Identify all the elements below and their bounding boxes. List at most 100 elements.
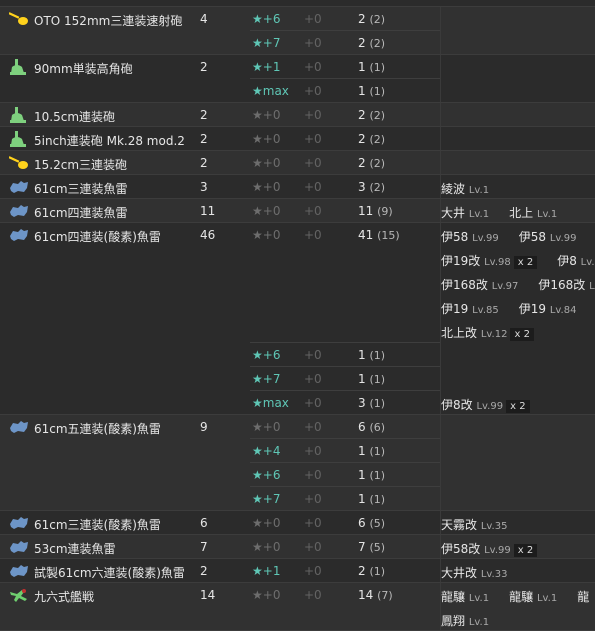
table-row[interactable]: 61cm三連装(酸素)魚雷 6 ★+0 +0 6 (5) 天霧改 Lv.35 xyxy=(0,511,595,535)
equipped-ship[interactable]: 龍驤 Lv.1 xyxy=(509,588,557,605)
equipped-ship[interactable]: 大井 Lv.1 xyxy=(441,204,489,221)
equipment-name: 90mm単装高角砲 xyxy=(34,62,133,76)
quantity: 2 (2) xyxy=(358,156,385,170)
table-row[interactable]: ★+4 +0 1 (1) xyxy=(0,439,595,463)
equipped-ship[interactable]: 伊8改 Lv.99 x 2 xyxy=(441,396,530,413)
equipment-name: 10.5cm連装砲 xyxy=(34,110,116,124)
table-row[interactable]: ★+7 +0 2 (2) xyxy=(0,31,595,55)
equipped-ship[interactable]: 綾波 Lv.1 xyxy=(441,180,489,197)
table-row[interactable]: 試製61cm六連装(酸素)魚雷 2 ★+1 +0 2 (1) 大井改 Lv.33 xyxy=(0,559,595,583)
ship-name: 伊19改 xyxy=(441,254,481,268)
table-row[interactable]: ★max +0 3 (1) 伊8改 Lv.99 x 2 xyxy=(0,391,595,415)
quantity-total: 1 xyxy=(358,492,366,506)
equipped-ship[interactable]: 大井改 Lv.33 xyxy=(441,564,507,581)
green-aa-gun-icon xyxy=(9,131,29,147)
quantity-unequipped: (1) xyxy=(369,445,386,458)
improvement-level: ★+7 xyxy=(252,36,281,50)
table-row[interactable]: 61cm四連装(酸素)魚雷 46 ★+0 +0 41 (15) 伊58 Lv.99 伊58 … xyxy=(0,223,595,343)
equipment-group: 5inch連装砲 Mk.28 mod.2 2 ★+0 +0 2 (2) xyxy=(0,127,595,151)
equipped-ship[interactable]: 北上改 Lv.12 x 2 xyxy=(441,324,534,341)
table-row[interactable]: ★+6 +0 1 (1) xyxy=(0,463,595,487)
equipped-ship[interactable]: 伊168改 Lv. xyxy=(538,276,595,293)
equipment-group: 10.5cm連装砲 2 ★+0 +0 2 (2) xyxy=(0,103,595,127)
equipment-count: 2 xyxy=(200,564,208,578)
ship-level: Lv.99 xyxy=(476,401,504,412)
equipped-ships-line: 伊19改 Lv.98 x 2 伊8 Lv. xyxy=(441,252,595,269)
table-row[interactable]: ★max +0 1 (1) xyxy=(0,79,595,103)
ship-name: 大井 xyxy=(441,206,466,220)
equipment-count: 7 xyxy=(200,540,208,554)
quantity: 1 (1) xyxy=(358,84,385,98)
multiplier-badge: x 2 xyxy=(513,256,538,269)
table-row[interactable]: ★+7 +0 1 (1) xyxy=(0,487,595,511)
quantity-total: 11 xyxy=(358,204,374,218)
equipped-ship[interactable]: 伊58 Lv.99 xyxy=(519,228,577,245)
quantity: 1 (1) xyxy=(358,468,385,482)
equipped-ship[interactable]: 龍驤 Lv.1 xyxy=(441,588,489,605)
quantity: 1 (1) xyxy=(358,60,385,74)
improvement-level: ★+0 xyxy=(252,132,281,146)
equipped-ship[interactable]: 天霧改 Lv.35 xyxy=(441,516,507,533)
quantity: 3 (2) xyxy=(358,180,385,194)
improvement-level: ★+6 xyxy=(252,468,281,482)
equipped-ship[interactable]: 伊19 Lv.84 xyxy=(519,300,577,317)
equipped-ships-line: 北上改 Lv.12 x 2 xyxy=(441,324,554,341)
ship-name: 伊19 xyxy=(518,302,547,316)
quantity: 11 (9) xyxy=(358,204,393,218)
table-row[interactable]: ★+6 +0 1 (1) xyxy=(0,343,595,367)
equipped-ship[interactable]: 伊19改 Lv.98 x 2 xyxy=(441,252,538,269)
ship-name: 伊19 xyxy=(441,302,469,316)
table-row[interactable]: OTO 152mm三連装速射砲 4 ★+6 +0 2 (2) xyxy=(0,7,595,31)
quantity-unequipped: (2) xyxy=(369,181,386,194)
proficiency-level: +0 xyxy=(304,588,322,602)
quantity: 1 (1) xyxy=(358,372,385,386)
equipped-ships-line: 綾波 Lv.1 xyxy=(441,180,509,197)
table-row[interactable]: 九六式艦戦 14 ★+0 +0 14 (7) 龍驤 Lv.1 龍驤 Lv.1 龍 鳳翔 Lv.… xyxy=(0,583,595,631)
proficiency-level: +0 xyxy=(304,468,322,482)
equipped-ship[interactable]: 伊58 Lv.99 xyxy=(441,228,499,245)
equipped-ship[interactable]: 伊19 Lv.85 xyxy=(441,300,499,317)
equipment-count: 11 xyxy=(200,204,216,218)
improvement-level: ★+1 xyxy=(252,60,281,74)
equipped-ship[interactable]: 北上 Lv.1 xyxy=(509,204,557,221)
proficiency-level: +0 xyxy=(304,420,322,434)
table-row[interactable]: ★+7 +0 1 (1) xyxy=(0,367,595,391)
table-row[interactable]: 61cm四連装魚雷 11 ★+0 +0 11 (9) 大井 Lv.1 北上 Lv.1 xyxy=(0,199,595,223)
table-row[interactable]: 61cm三連装魚雷 3 ★+0 +0 3 (2) 綾波 Lv.1 xyxy=(0,175,595,199)
table-row[interactable]: 53cm連装魚雷 7 ★+0 +0 7 (5) 伊58改 Lv.99 x 2 xyxy=(0,535,595,559)
equipped-ship[interactable]: 伊168改 Lv.97 xyxy=(441,276,518,293)
equipped-ships-line: 天霧改 Lv.35 xyxy=(441,516,527,533)
quantity-unequipped: (5) xyxy=(369,517,386,530)
ship-name: 伊58改 xyxy=(441,542,481,556)
equipped-ship[interactable]: 伊58改 Lv.99 x 2 xyxy=(441,540,538,557)
proficiency-level: +0 xyxy=(304,12,322,26)
quantity: 2 (2) xyxy=(358,36,385,50)
proficiency-level: +0 xyxy=(304,540,322,554)
equipment-name: 61cm三連装魚雷 xyxy=(34,182,128,196)
ship-level: Lv.1 xyxy=(468,209,490,220)
equipment-count: 14 xyxy=(200,588,216,602)
equipped-ship[interactable]: 龍 xyxy=(577,588,589,605)
quantity-total: 2 xyxy=(358,132,366,146)
quantity-unequipped: (7) xyxy=(377,589,393,602)
quantity-total: 14 xyxy=(358,588,374,602)
table-row[interactable]: 15.2cm三連装砲 2 ★+0 +0 2 (2) xyxy=(0,151,595,175)
quantity: 14 (7) xyxy=(358,588,393,602)
proficiency-level: +0 xyxy=(304,444,322,458)
ship-name: 綾波 xyxy=(441,182,466,196)
quantity-unequipped: (1) xyxy=(369,61,386,74)
equipment-group: OTO 152mm三連装速射砲 4 ★+6 +0 2 (2) ★+7 +0 2 (2) xyxy=(0,7,595,55)
table-row[interactable]: 61cm五連装(酸素)魚雷 9 ★+0 +0 6 (6) xyxy=(0,415,595,439)
equipment-group: 53cm連装魚雷 7 ★+0 +0 7 (5) 伊58改 Lv.99 x 2 xyxy=(0,535,595,559)
table-row[interactable]: 90mm単装高角砲 2 ★+1 +0 1 (1) xyxy=(0,55,595,79)
equipped-ship[interactable]: 伊8 Lv. xyxy=(557,252,594,269)
proficiency-level: +0 xyxy=(304,228,322,242)
equipped-ship[interactable]: 鳳翔 Lv.1 xyxy=(441,612,489,629)
table-row[interactable]: 10.5cm連装砲 2 ★+0 +0 2 (2) xyxy=(0,103,595,127)
improvement-level: ★+6 xyxy=(252,12,281,26)
proficiency-level: +0 xyxy=(304,180,322,194)
improvement-level: ★+0 xyxy=(252,204,281,218)
quantity: 6 (6) xyxy=(358,420,385,434)
quantity-unequipped: (6) xyxy=(369,421,386,434)
table-row[interactable]: 5inch連装砲 Mk.28 mod.2 2 ★+0 +0 2 (2) xyxy=(0,127,595,151)
